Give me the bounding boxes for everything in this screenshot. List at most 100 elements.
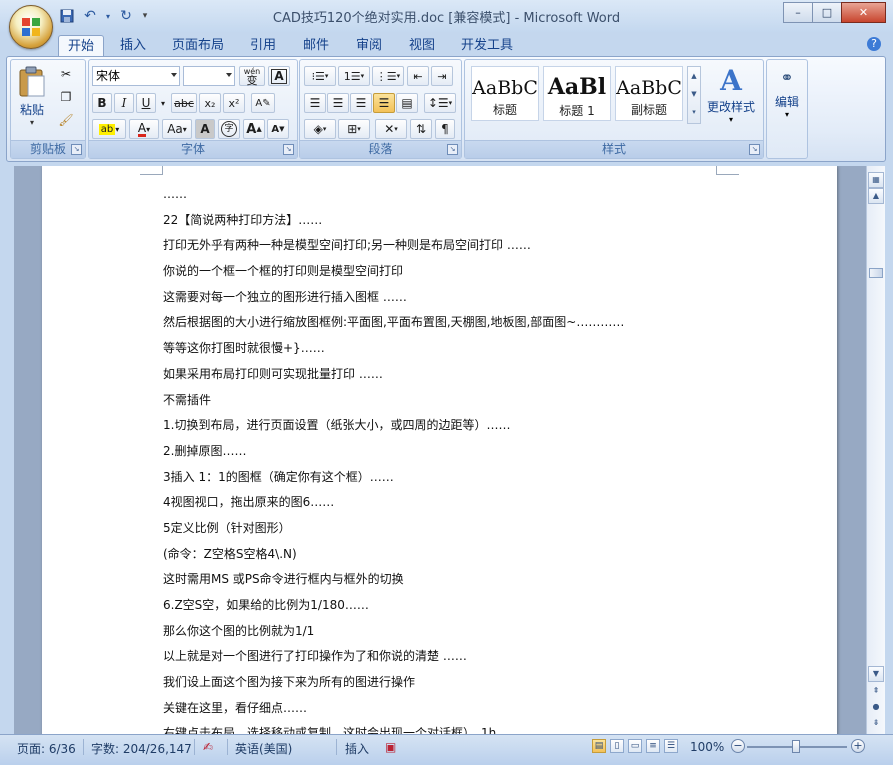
insert-mode[interactable]: 插入	[345, 740, 369, 757]
font-size-combo[interactable]	[183, 66, 235, 86]
scroll-up-icon[interactable]: ▲	[688, 67, 700, 85]
document-line[interactable]: 不需插件	[163, 388, 803, 414]
char-shading-button[interactable]: A	[195, 119, 215, 139]
tab-page-layout[interactable]: 页面布局	[168, 35, 228, 56]
previous-page-icon[interactable]: ⇞	[868, 684, 884, 700]
document-line[interactable]: ……	[163, 182, 803, 208]
align-left-button[interactable]: ☰	[304, 93, 326, 113]
language[interactable]: 英语(美国)	[235, 740, 292, 757]
maximize-button[interactable]: □	[812, 2, 842, 23]
align-right-button[interactable]: ☰	[350, 93, 372, 113]
web-layout-icon[interactable]: ▭	[628, 739, 642, 753]
grow-font-button[interactable]: A ▲	[243, 119, 265, 139]
style-tile-title[interactable]: AaBbC 标题	[471, 66, 539, 121]
document-line[interactable]: 5定义比例（针对图形）	[163, 516, 803, 542]
outline-view-icon[interactable]: ≡	[646, 739, 660, 753]
document-line[interactable]: 我们设上面这个图为接下来为所有的图进行操作	[163, 670, 803, 696]
ruler-toggle-icon[interactable]: ▦	[868, 172, 884, 188]
document-line[interactable]: 右键点击布局，选择移动或复制，这时会出现一个对话框），1h	[163, 721, 803, 734]
help-icon[interactable]: ?	[867, 37, 881, 51]
editing-button[interactable]: ⚭ 编辑 ▾	[769, 68, 805, 119]
underline-dropdown-icon[interactable]: ▾	[158, 93, 168, 113]
zoom-in-icon[interactable]: +	[851, 739, 865, 753]
document-page[interactable]: …… 22【简说两种打印方法】…… 打印无外乎有两种一种是模型空间打印;另一种则是布…	[42, 166, 837, 734]
document-line[interactable]: 2.删掉原图……	[163, 439, 803, 465]
document-line[interactable]: 3插入 1：1的图框（确定你有这个框）……	[163, 465, 803, 491]
document-line[interactable]: 6.Z空S空，如果给的比例为1/180……	[163, 593, 803, 619]
borders-button[interactable]: ⊞ ▾	[338, 119, 370, 139]
document-line[interactable]: 以上就是对一个图进行了打印操作为了和你说的清楚 ……	[163, 644, 803, 670]
font-launcher-icon[interactable]: ↘	[283, 144, 294, 155]
change-styles-button[interactable]: A 更改样式 ▾	[703, 64, 759, 134]
proofing-icon[interactable]: ✍	[203, 740, 213, 754]
justify-button[interactable]: ☰	[373, 93, 395, 113]
document-line[interactable]: 那么你这个图的比例就为1/1	[163, 619, 803, 645]
styles-launcher-icon[interactable]: ↘	[749, 144, 760, 155]
bullets-button[interactable]: ⁝☰ ▾	[304, 66, 336, 86]
zoom-level[interactable]: 100%	[690, 740, 724, 754]
increase-indent-button[interactable]: ⇥	[431, 66, 453, 86]
paste-button[interactable]: 粘贴 ▾	[15, 64, 49, 130]
bold-button[interactable]: B	[92, 93, 112, 113]
align-center-button[interactable]: ☰	[327, 93, 349, 113]
tab-home[interactable]: 开始	[58, 35, 104, 57]
document-line[interactable]: 然后根据图的大小进行缩放图框例:平面图,平面布置图,天棚图,地板图,部面图~………	[163, 310, 803, 336]
close-button[interactable]: ✕	[841, 2, 886, 23]
highlight-button[interactable]: ab ▾	[92, 119, 126, 139]
document-line[interactable]: 这需要对每一个独立的图形进行插入图框 ……	[163, 285, 803, 311]
zoom-slider-thumb[interactable]	[792, 740, 800, 753]
document-line[interactable]: 你说的一个框一个框的打印则是模型空间打印	[163, 259, 803, 285]
italic-button[interactable]: I	[114, 93, 134, 113]
scroll-down-icon[interactable]: ▼	[868, 666, 884, 682]
paragraph-launcher-icon[interactable]: ↘	[447, 144, 458, 155]
document-line[interactable]: 等等这你打图时就很慢+}……	[163, 336, 803, 362]
print-layout-icon[interactable]: ▤	[592, 739, 606, 753]
full-screen-reading-icon[interactable]: ▯	[610, 739, 624, 753]
decrease-indent-button[interactable]: ⇤	[407, 66, 429, 86]
word-count[interactable]: 字数: 204/26,147	[91, 740, 192, 757]
tab-developer[interactable]: 开发工具	[456, 35, 518, 56]
next-page-icon[interactable]: ⇟	[868, 716, 884, 732]
document-line[interactable]: 4视图视口，拖出原来的图6……	[163, 490, 803, 516]
document-line[interactable]: 这时需用MS 或PS命令进行框内与框外的切换	[163, 567, 803, 593]
copy-icon[interactable]: ❐	[55, 87, 77, 107]
macro-record-icon[interactable]: ▣	[385, 740, 396, 754]
gallery-more-icon[interactable]: ▾	[688, 103, 700, 121]
phonetic-guide-button[interactable]: wén 变	[239, 66, 265, 86]
draft-view-icon[interactable]: ☰	[664, 739, 678, 753]
format-painter-icon[interactable]: 🖌	[55, 110, 77, 130]
scroll-up-icon[interactable]: ▲	[868, 188, 884, 204]
tab-review[interactable]: 审阅	[347, 35, 391, 56]
char-border-button[interactable]: A	[268, 66, 290, 86]
clipboard-launcher-icon[interactable]: ↘	[71, 144, 82, 155]
tab-references[interactable]: 引用	[241, 35, 285, 56]
document-line[interactable]: 如果采用布局打印则可实现批量打印 ……	[163, 362, 803, 388]
distributed-button[interactable]: ▤	[396, 93, 418, 113]
style-tile-subtitle[interactable]: AaBbC 副标题	[615, 66, 683, 121]
vertical-scrollbar[interactable]: ▦ ▲ ▼ ⇞ ● ⇟	[866, 166, 885, 734]
clear-formatting-button[interactable]: A✎	[251, 93, 275, 113]
show-marks-button[interactable]: ¶	[435, 119, 455, 139]
document-line[interactable]: 22【简说两种打印方法】……	[163, 208, 803, 234]
strikethrough-button[interactable]: abc	[171, 93, 197, 113]
tab-view[interactable]: 视图	[400, 35, 444, 56]
scrollbar-thumb[interactable]	[869, 268, 883, 278]
tab-insert[interactable]: 插入	[111, 35, 155, 56]
multilevel-list-button[interactable]: ⋮☰ ▾	[372, 66, 404, 86]
zoom-out-icon[interactable]: −	[731, 739, 745, 753]
document-line[interactable]: 打印无外乎有两种一种是模型空间打印;另一种则是布局空间打印 ……	[163, 233, 803, 259]
style-tile-heading1[interactable]: AaBl 标题 1	[543, 66, 611, 121]
superscript-button[interactable]: x²	[223, 93, 245, 113]
font-color-button[interactable]: A ▾	[129, 119, 159, 139]
numbering-button[interactable]: 1☰ ▾	[338, 66, 370, 86]
browse-object-icon[interactable]: ●	[868, 700, 884, 716]
minimize-button[interactable]: –	[783, 2, 813, 23]
change-case-button[interactable]: Aa ▾	[162, 119, 192, 139]
scroll-down-icon[interactable]: ▼	[688, 85, 700, 103]
sort-button[interactable]: ⇅	[410, 119, 432, 139]
enclose-char-button[interactable]: 字	[218, 119, 240, 139]
cut-icon[interactable]: ✂	[55, 64, 77, 84]
tab-mailings[interactable]: 邮件	[294, 35, 338, 56]
document-body[interactable]: …… 22【简说两种打印方法】…… 打印无外乎有两种一种是模型空间打印;另一种则是布…	[163, 182, 803, 734]
document-line[interactable]: 1.切换到布局，进行页面设置（纸张大小，或四周的边距等）……	[163, 413, 803, 439]
